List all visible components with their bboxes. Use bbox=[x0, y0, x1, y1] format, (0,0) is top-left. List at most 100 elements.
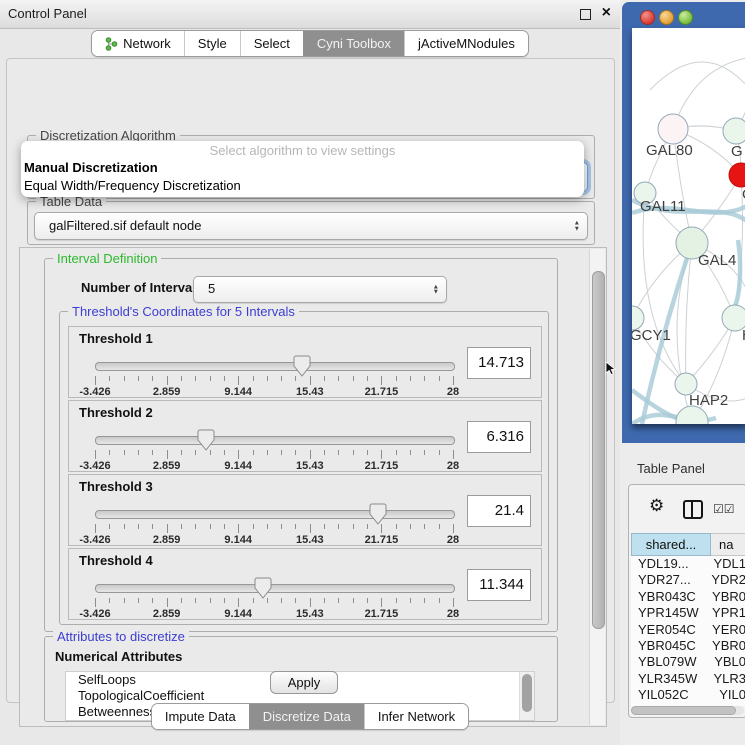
group-title-thresholds: Threshold's Coordinates for 5 Intervals bbox=[68, 304, 299, 319]
tab-impute-data[interactable]: Impute Data bbox=[152, 704, 249, 729]
table-row[interactable]: YDR27...YDR2 bbox=[631, 572, 745, 588]
float-window-icon[interactable] bbox=[580, 9, 591, 20]
group-title-interval-definition: Interval Definition bbox=[53, 251, 161, 266]
table-row[interactable]: YER054CYER0 bbox=[631, 622, 745, 638]
minimize-traffic-light-icon[interactable] bbox=[659, 10, 674, 25]
tick-label: 9.144 bbox=[224, 534, 252, 546]
tab-jactivemnodules[interactable]: jActiveMNodules bbox=[404, 31, 528, 56]
slider-thumb[interactable] bbox=[369, 503, 387, 526]
table-column-header[interactable]: shared... bbox=[631, 533, 711, 556]
threshold-value-field[interactable]: 11.344 bbox=[467, 569, 531, 601]
slider-tick bbox=[238, 524, 239, 533]
close-traffic-light-icon[interactable] bbox=[640, 10, 655, 25]
control-panel: Control Panel × NetworkStyleSelectCyni T… bbox=[0, 0, 620, 745]
slider-ticks bbox=[95, 598, 453, 607]
network-node-label: GCY1 bbox=[632, 327, 671, 344]
network-view-window[interactable]: GAL80GCGAL11GAL4GCY1HHAP2 bbox=[622, 2, 745, 443]
table-row[interactable]: YIL052CYIL0 bbox=[631, 687, 745, 703]
slider-tick bbox=[238, 376, 239, 385]
slider-tick bbox=[295, 524, 296, 529]
slider-track[interactable] bbox=[95, 362, 455, 371]
threshold-value-field[interactable]: 14.713 bbox=[467, 347, 531, 379]
network-node[interactable] bbox=[729, 163, 745, 187]
table-row[interactable]: YPR145WYPR1 bbox=[631, 605, 745, 621]
slider-tick bbox=[95, 598, 96, 607]
table-cell: YPR145W bbox=[631, 605, 703, 621]
slider-track[interactable] bbox=[95, 436, 455, 445]
slider-tick bbox=[167, 376, 168, 385]
column-view-icon[interactable] bbox=[683, 500, 703, 519]
threshold-label: Threshold 1 bbox=[79, 331, 153, 346]
tick-label: 9.144 bbox=[224, 386, 252, 398]
tab-infer-network[interactable]: Infer Network bbox=[364, 704, 468, 729]
slider-tick bbox=[353, 524, 354, 529]
tab-network[interactable]: Network bbox=[92, 31, 184, 56]
slider-tick bbox=[124, 524, 125, 529]
slider-tick bbox=[109, 376, 110, 381]
threshold-slider[interactable]: -3.4262.8599.14415.4321.71528 bbox=[95, 355, 453, 395]
table-cell: YDR2 bbox=[702, 572, 745, 588]
num-intervals-combo[interactable]: 5 ▲▼ bbox=[193, 276, 447, 303]
table-cell: YPR1 bbox=[703, 605, 745, 621]
slider-tick bbox=[167, 450, 168, 459]
gear-icon[interactable]: ⚙ bbox=[649, 496, 664, 516]
table-row[interactable]: YBR045CYBR0 bbox=[631, 638, 745, 654]
apply-button[interactable]: Apply bbox=[270, 671, 338, 694]
slider-tick bbox=[424, 376, 425, 381]
network-node[interactable] bbox=[658, 114, 688, 144]
tick-label: 9.144 bbox=[224, 608, 252, 620]
table-row[interactable]: YLR345WYLR3 bbox=[631, 671, 745, 687]
threshold-slider[interactable]: -3.4262.8599.14415.4321.71528 bbox=[95, 503, 453, 543]
dropdown-option-equal-width-frequency[interactable]: Equal Width/Frequency Discretization bbox=[21, 177, 584, 195]
threshold-value-field[interactable]: 21.4 bbox=[467, 495, 531, 527]
num-intervals-value: 5 bbox=[208, 281, 215, 296]
slider-thumb[interactable] bbox=[254, 577, 272, 600]
slider-tick bbox=[181, 598, 182, 603]
slider-thumb[interactable] bbox=[293, 355, 311, 378]
tab-discretize-data[interactable]: Discretize Data bbox=[249, 704, 364, 729]
threshold-slider[interactable]: -3.4262.8599.14415.4321.71528 bbox=[95, 429, 453, 469]
slider-track[interactable] bbox=[95, 510, 455, 519]
panel-title: Control Panel bbox=[8, 6, 87, 21]
app-root: Control Panel × NetworkStyleSelectCyni T… bbox=[0, 0, 745, 745]
tab-style[interactable]: Style bbox=[184, 31, 240, 56]
zoom-traffic-light-icon[interactable] bbox=[678, 10, 693, 25]
table-data-combo[interactable]: galFiltered.sif default node ▲▼ bbox=[34, 212, 588, 240]
threshold-value-field[interactable]: 6.316 bbox=[467, 421, 531, 453]
tick-label: -3.426 bbox=[79, 534, 110, 546]
tick-label: 2.859 bbox=[153, 534, 181, 546]
close-icon[interactable]: × bbox=[602, 4, 611, 22]
checkbox-icons[interactable]: ☑☑ bbox=[713, 502, 735, 516]
slider-thumb[interactable] bbox=[197, 429, 215, 452]
table-row[interactable]: YBR043CYBR0 bbox=[631, 589, 745, 605]
tab-label: Discretize Data bbox=[263, 709, 351, 724]
tick-label: 15.43 bbox=[296, 608, 324, 620]
vertical-scrollbar[interactable] bbox=[589, 249, 605, 725]
tab-cyni-toolbox[interactable]: Cyni Toolbox bbox=[303, 31, 404, 56]
threshold-slider[interactable]: -3.4262.8599.14415.4321.71528 bbox=[95, 577, 453, 617]
vertical-scrollbar-thumb[interactable] bbox=[592, 271, 605, 629]
network-node-label: GAL11 bbox=[640, 198, 686, 215]
slider-tick bbox=[195, 450, 196, 455]
slider-tick bbox=[281, 450, 282, 455]
network-canvas[interactable]: GAL80GCGAL11GAL4GCY1HHAP2 bbox=[632, 28, 745, 424]
network-node[interactable] bbox=[723, 118, 745, 144]
slider-track[interactable] bbox=[95, 584, 455, 593]
slider-tick bbox=[367, 376, 368, 381]
dropdown-option-manual-discretization[interactable]: Manual Discretization bbox=[21, 159, 584, 177]
table-row[interactable]: YDL19...YDL1 bbox=[631, 556, 745, 572]
slider-tick bbox=[310, 524, 311, 533]
slider-tick bbox=[410, 598, 411, 603]
slider-tick bbox=[195, 598, 196, 603]
tab-select[interactable]: Select bbox=[240, 31, 303, 56]
table-column-header[interactable]: na bbox=[711, 533, 745, 556]
slider-tick bbox=[381, 598, 382, 607]
top-tabstrip-wrap: NetworkStyleSelectCyni ToolboxjActiveMNo… bbox=[0, 30, 620, 57]
slider-ticks bbox=[95, 450, 453, 459]
slider-tick bbox=[367, 450, 368, 455]
horizontal-scrollbar-thumb[interactable] bbox=[631, 706, 736, 715]
slider-tick bbox=[253, 598, 254, 603]
horizontal-scrollbar[interactable] bbox=[631, 706, 744, 715]
slider-tick bbox=[324, 376, 325, 381]
table-row[interactable]: YBL079WYBL0 bbox=[631, 654, 745, 670]
